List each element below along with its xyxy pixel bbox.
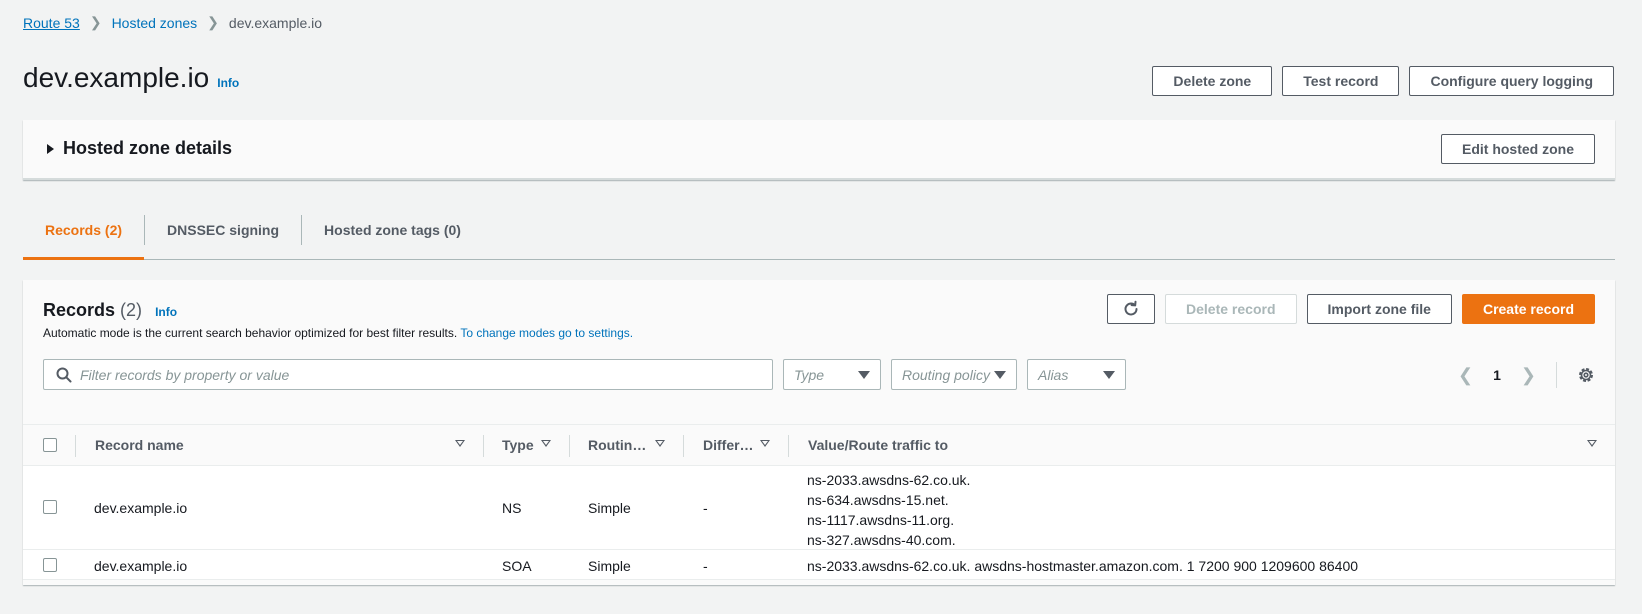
type-filter-select[interactable]: Type bbox=[783, 359, 881, 390]
sort-icon[interactable] bbox=[760, 440, 770, 447]
delete-record-button[interactable]: Delete record bbox=[1165, 294, 1297, 324]
column-header-type[interactable]: Type bbox=[502, 437, 534, 453]
differentiator-cell: - bbox=[703, 500, 708, 516]
tab-records[interactable]: Records (2) bbox=[23, 214, 145, 260]
routing-policy-filter-select[interactable]: Routing policy bbox=[891, 359, 1017, 390]
routing-policy-cell: Simple bbox=[588, 500, 631, 516]
test-record-button[interactable]: Test record bbox=[1282, 66, 1400, 96]
records-table: Record name Type Routin… Differ… Value/R… bbox=[23, 424, 1615, 580]
record-type-cell: SOA bbox=[502, 558, 532, 574]
column-divider bbox=[788, 435, 789, 457]
sort-icon[interactable] bbox=[541, 440, 551, 447]
value-cell: ns-2033.awsdns-62.co.uk. ns-634.awsdns-1… bbox=[807, 470, 970, 550]
hosted-zone-details-panel: Hosted zone details Edit hosted zone bbox=[23, 120, 1615, 180]
caret-down-icon bbox=[1103, 370, 1115, 379]
search-mode-text: Automatic mode is the current search beh… bbox=[43, 326, 458, 340]
previous-page-icon[interactable]: ❮ bbox=[1458, 365, 1473, 386]
caret-right-icon[interactable] bbox=[47, 144, 54, 154]
value-cell: ns-2033.awsdns-62.co.uk. awsdns-hostmast… bbox=[807, 558, 1359, 574]
page-title-text: dev.example.io bbox=[23, 62, 210, 93]
header-info-link[interactable]: Info bbox=[217, 76, 239, 90]
tab-bar: Records (2) DNSSEC signing Hosted zone t… bbox=[23, 214, 1615, 260]
sort-icon[interactable] bbox=[455, 440, 465, 447]
settings-link[interactable]: To change modes go to settings. bbox=[460, 326, 633, 340]
chevron-right-icon: ❯ bbox=[89, 14, 102, 30]
records-count: (2) bbox=[120, 300, 143, 320]
records-description: Automatic mode is the current search beh… bbox=[43, 326, 633, 340]
table-header-row: Record name Type Routin… Differ… Value/R… bbox=[23, 424, 1615, 466]
routing-policy-cell: Simple bbox=[588, 558, 631, 574]
sort-icon[interactable] bbox=[1587, 440, 1597, 447]
row-checkbox[interactable] bbox=[43, 558, 57, 572]
pager-divider bbox=[1556, 362, 1557, 388]
breadcrumb: Route 53 ❯ Hosted zones ❯ dev.example.io bbox=[23, 14, 322, 31]
type-filter-label: Type bbox=[794, 366, 825, 383]
filter-row: Filter records by property or value Type… bbox=[43, 359, 1126, 390]
search-input[interactable]: Filter records by property or value bbox=[43, 359, 773, 390]
records-panel: Records (2) Info Automatic mode is the c… bbox=[23, 280, 1615, 585]
import-zone-file-button[interactable]: Import zone file bbox=[1306, 294, 1452, 324]
column-divider bbox=[75, 435, 76, 457]
search-placeholder: Filter records by property or value bbox=[80, 366, 290, 383]
settings-gear-icon[interactable] bbox=[1577, 366, 1595, 384]
record-type-cell: NS bbox=[502, 500, 522, 516]
alias-filter-label: Alias bbox=[1038, 366, 1069, 383]
caret-down-icon bbox=[858, 370, 870, 379]
column-header-differentiator[interactable]: Differ… bbox=[703, 437, 754, 453]
routing-policy-filter-label: Routing policy bbox=[902, 366, 990, 383]
record-name-cell: dev.example.io bbox=[94, 500, 188, 516]
column-divider bbox=[683, 435, 684, 457]
sort-icon[interactable] bbox=[655, 440, 665, 447]
column-header-routing[interactable]: Routin… bbox=[588, 437, 646, 453]
next-page-icon[interactable]: ❯ bbox=[1521, 365, 1536, 386]
value-line: ns-634.awsdns-15.net. bbox=[807, 492, 949, 508]
records-title: Records (2) Info bbox=[43, 300, 177, 321]
caret-down-icon bbox=[994, 370, 1006, 379]
records-actions: Delete record Import zone file Create re… bbox=[1107, 294, 1595, 324]
value-line: ns-327.awsdns-40.com. bbox=[807, 532, 956, 548]
differentiator-cell: - bbox=[703, 558, 708, 574]
table-row[interactable]: dev.example.io SOA Simple - ns-2033.awsd… bbox=[23, 550, 1615, 580]
pagination: ❮ 1 ❯ bbox=[1458, 362, 1595, 388]
records-info-link[interactable]: Info bbox=[155, 305, 177, 319]
breadcrumb-route53-link[interactable]: Route 53 bbox=[23, 15, 80, 31]
header-actions: Delete zone Test record Configure query … bbox=[1152, 66, 1614, 96]
create-record-button[interactable]: Create record bbox=[1461, 294, 1595, 324]
tab-dnssec-signing[interactable]: DNSSEC signing bbox=[145, 214, 301, 259]
configure-query-logging-button[interactable]: Configure query logging bbox=[1409, 66, 1614, 96]
page-title: dev.example.io Info bbox=[23, 62, 239, 94]
alias-filter-select[interactable]: Alias bbox=[1027, 359, 1126, 390]
column-header-record-name[interactable]: Record name bbox=[95, 437, 184, 453]
column-divider bbox=[569, 435, 570, 457]
records-title-text: Records bbox=[43, 300, 116, 320]
edit-hosted-zone-button[interactable]: Edit hosted zone bbox=[1441, 134, 1595, 164]
breadcrumb-hosted-zones-link[interactable]: Hosted zones bbox=[112, 15, 198, 31]
search-icon bbox=[56, 367, 72, 382]
breadcrumb-current: dev.example.io bbox=[228, 14, 323, 31]
record-name-cell: dev.example.io bbox=[94, 558, 188, 574]
value-line: ns-1117.awsdns-11.org. bbox=[807, 512, 955, 528]
column-divider bbox=[483, 435, 484, 457]
tab-hosted-zone-tags[interactable]: Hosted zone tags (0) bbox=[302, 214, 483, 259]
value-line: ns-2033.awsdns-62.co.uk. bbox=[807, 472, 971, 488]
row-checkbox[interactable] bbox=[43, 500, 57, 514]
refresh-button[interactable] bbox=[1107, 294, 1156, 324]
hosted-zone-details-toggle[interactable]: Hosted zone details bbox=[63, 138, 232, 159]
select-all-checkbox[interactable] bbox=[43, 438, 57, 452]
delete-zone-button[interactable]: Delete zone bbox=[1152, 66, 1273, 96]
column-header-value[interactable]: Value/Route traffic to bbox=[808, 437, 948, 453]
refresh-icon bbox=[1124, 300, 1138, 316]
table-row[interactable]: dev.example.io NS Simple - ns-2033.awsdn… bbox=[23, 466, 1615, 550]
chevron-right-icon: ❯ bbox=[207, 14, 219, 30]
current-page[interactable]: 1 bbox=[1493, 367, 1501, 383]
